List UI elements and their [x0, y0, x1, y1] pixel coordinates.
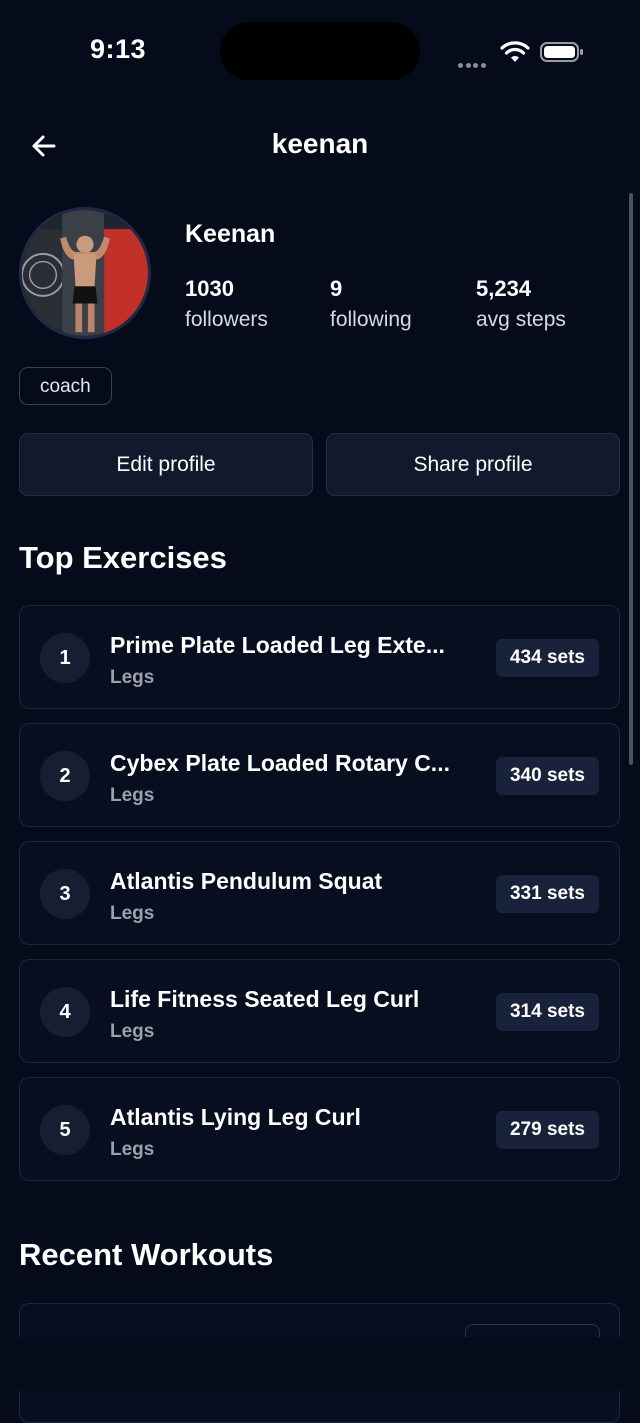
- top-exercises-title: Top Exercises: [19, 540, 227, 575]
- exercise-card[interactable]: 4 Life Fitness Seated Leg Curl Legs 314 …: [19, 959, 620, 1063]
- exercise-category: Legs: [110, 903, 155, 924]
- bottom-safe-area: [0, 1337, 640, 1391]
- avatar[interactable]: [19, 207, 151, 339]
- rank-badge: 3: [40, 869, 90, 919]
- exercise-category: Legs: [110, 1139, 155, 1160]
- stat-value: 9: [330, 276, 343, 301]
- exercise-category: Legs: [110, 1021, 155, 1042]
- rank-badge: 4: [40, 987, 90, 1037]
- wifi-icon: [500, 41, 530, 62]
- sets-badge: 331 sets: [495, 875, 599, 913]
- sets-badge: 314 sets: [495, 993, 599, 1031]
- avatar-photo: [22, 210, 148, 336]
- scrollbar[interactable]: [629, 193, 633, 765]
- recent-workouts-title: Recent Workouts: [19, 1237, 274, 1272]
- profile-name: Keenan: [185, 220, 276, 248]
- battery-icon: [540, 42, 583, 62]
- page-title: keenan: [271, 128, 369, 159]
- stat-avg-steps: 5,234 avg steps: [476, 276, 566, 332]
- stat-value: 5,234: [476, 276, 532, 301]
- sets-badge: 340 sets: [495, 757, 599, 795]
- rank-badge: 5: [40, 1105, 90, 1155]
- stat-label: following: [330, 308, 412, 331]
- edit-profile-button[interactable]: Edit profile: [19, 433, 313, 496]
- exercise-name: Cybex Plate Loaded Rotary C...: [110, 750, 450, 776]
- exercise-category: Legs: [110, 785, 155, 806]
- exercise-name: Prime Plate Loaded Leg Exte...: [110, 632, 445, 658]
- nav-header: keenan: [0, 110, 640, 180]
- share-profile-button[interactable]: Share profile: [326, 433, 620, 496]
- dynamic-island: [220, 22, 420, 80]
- exercise-card[interactable]: 1 Prime Plate Loaded Leg Exte... Legs 43…: [19, 605, 620, 709]
- signal-dots-icon: [458, 55, 492, 68]
- exercise-name: Atlantis Pendulum Squat: [110, 868, 383, 894]
- stat-value: 1030: [185, 276, 234, 301]
- stat-followers[interactable]: 1030 followers: [185, 276, 268, 332]
- exercise-name: Atlantis Lying Leg Curl: [110, 1104, 361, 1130]
- exercise-card[interactable]: 5 Atlantis Lying Leg Curl Legs 279 sets: [19, 1077, 620, 1181]
- stat-following[interactable]: 9 following: [330, 276, 412, 332]
- stat-label: avg steps: [476, 308, 566, 331]
- exercise-name: Life Fitness Seated Leg Curl: [110, 986, 420, 1012]
- sets-badge: 434 sets: [495, 639, 599, 677]
- exercise-card[interactable]: 2 Cybex Plate Loaded Rotary C... Legs 34…: [19, 723, 620, 827]
- exercise-card[interactable]: 3 Atlantis Pendulum Squat Legs 331 sets: [19, 841, 620, 945]
- exercise-category: Legs: [110, 667, 155, 688]
- role-tag: coach: [19, 367, 112, 405]
- rank-badge: 2: [40, 751, 90, 801]
- stat-label: followers: [185, 308, 268, 331]
- status-time: 9:13: [90, 34, 147, 64]
- rank-badge: 1: [40, 633, 90, 683]
- status-bar: 9:13: [0, 0, 640, 100]
- sets-badge: 279 sets: [495, 1111, 599, 1149]
